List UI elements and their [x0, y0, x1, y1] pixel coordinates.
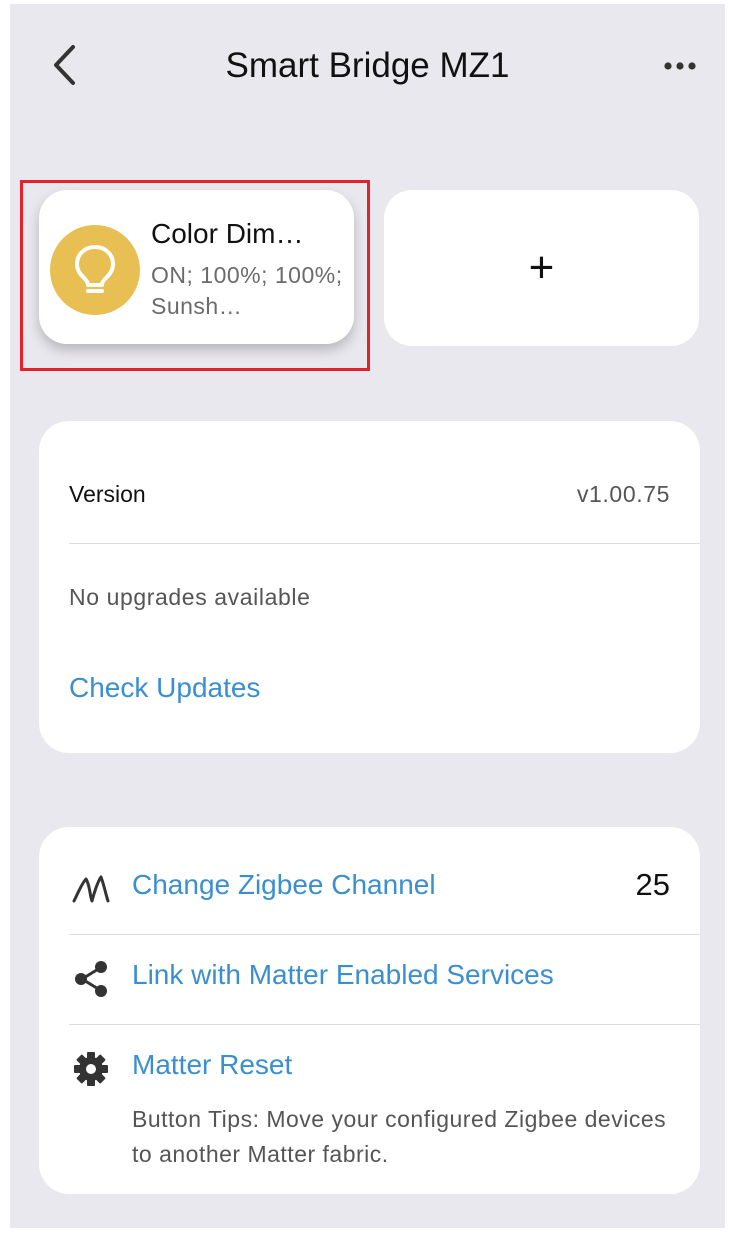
- device-name: Color Dim…: [151, 218, 304, 249]
- zigbee-icon: [69, 869, 113, 909]
- chevron-left-icon: [54, 45, 75, 85]
- version-card: Version v1.00.75 No upgrades available C…: [39, 421, 700, 753]
- light-bulb-icon: [75, 245, 115, 293]
- change-zigbee-channel-link[interactable]: Change Zigbee Channel: [132, 869, 436, 901]
- device-tile-color-dimmer[interactable]: Color Dim… ON; 100%; 100%; Sunsh…: [39, 190, 354, 344]
- share-icon: [69, 959, 113, 999]
- back-button[interactable]: [44, 40, 84, 90]
- version-value: v1.00.75: [576, 481, 670, 507]
- button-tips-text: Button Tips: Move your configured Zigbee…: [132, 1106, 667, 1167]
- bulb-badge: [50, 225, 140, 315]
- upgrade-status: No upgrades available: [69, 584, 311, 610]
- header: Smart Bridge MZ1: [10, 4, 725, 124]
- settings-card: Change Zigbee Channel 25 Link with Matte…: [39, 827, 700, 1194]
- app-screen: Smart Bridge MZ1 Color Dim… ON; 100%; 10…: [10, 4, 725, 1228]
- more-dots-icon: [664, 62, 696, 70]
- page-title: Smart Bridge MZ1: [225, 46, 510, 85]
- plus-icon: +: [528, 243, 555, 292]
- link-matter-services-link[interactable]: Link with Matter Enabled Services: [132, 959, 554, 991]
- divider: [69, 934, 700, 935]
- check-updates-link[interactable]: Check Updates: [69, 672, 260, 704]
- device-status: ON; 100%; 100%; Sunsh…: [151, 262, 343, 319]
- version-label: Version: [69, 481, 146, 507]
- divider: [69, 543, 700, 544]
- gear-icon: [69, 1049, 113, 1089]
- add-device-button[interactable]: +: [384, 190, 699, 346]
- zigbee-channel-value: 25: [635, 867, 670, 902]
- more-options-button[interactable]: [657, 46, 703, 86]
- matter-reset-link[interactable]: Matter Reset: [132, 1049, 292, 1081]
- divider: [69, 1024, 700, 1025]
